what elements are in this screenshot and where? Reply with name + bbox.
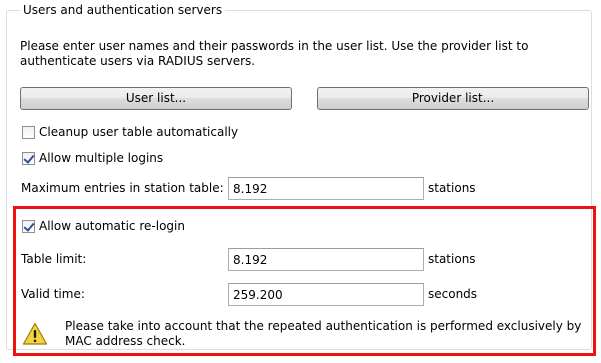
max-entries-unit: stations — [428, 181, 476, 195]
group-description: Please enter user names and their passwo… — [20, 39, 529, 68]
allow-auto-relogin-option[interactable]: Allow automatic re-login — [22, 218, 185, 234]
warning-message: Please take into account that the repeat… — [65, 319, 582, 348]
settings-panel: Users and authentication servers Please … — [0, 0, 601, 363]
table-limit-unit: stations — [428, 252, 476, 266]
allow-multiple-logins-option[interactable]: Allow multiple logins — [22, 150, 163, 166]
max-entries-input[interactable] — [228, 177, 424, 200]
table-limit-label: Table limit: — [21, 252, 87, 266]
cleanup-user-table-option[interactable]: Cleanup user table automatically — [22, 124, 238, 140]
cleanup-user-table-checkbox[interactable] — [22, 125, 35, 139]
group-title: Users and authentication servers — [20, 2, 226, 18]
allow-multiple-logins-label: Allow multiple logins — [39, 151, 164, 165]
provider-list-button[interactable]: Provider list... — [317, 87, 589, 110]
max-entries-label: Maximum entries in station table: — [21, 181, 224, 195]
allow-auto-relogin-checkbox[interactable] — [22, 219, 35, 233]
table-limit-input[interactable] — [228, 248, 424, 271]
valid-time-unit: seconds — [428, 287, 478, 301]
warning-icon — [22, 322, 48, 345]
user-list-button[interactable]: User list... — [20, 87, 292, 110]
valid-time-label: Valid time: — [21, 287, 85, 301]
allow-multiple-logins-checkbox[interactable] — [22, 151, 35, 165]
cleanup-user-table-label: Cleanup user table automatically — [39, 125, 239, 139]
allow-auto-relogin-label: Allow automatic re-login — [39, 219, 185, 233]
valid-time-input[interactable] — [228, 283, 424, 306]
